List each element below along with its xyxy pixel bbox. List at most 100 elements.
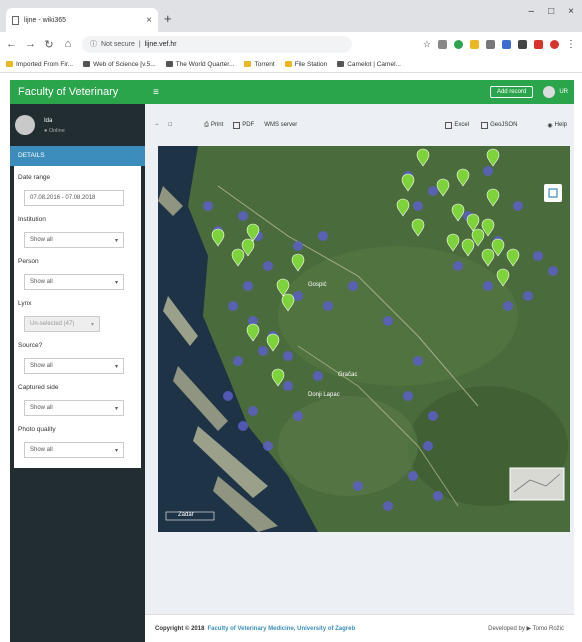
blue-marker[interactable]: [238, 421, 248, 431]
hamburger-icon[interactable]: ≡: [153, 87, 159, 98]
extension-icon[interactable]: [454, 39, 463, 49]
blue-marker[interactable]: [263, 441, 273, 451]
sidebar: Ida ● Online DETAILS Date range 07.08.20…: [10, 104, 145, 642]
minimize-icon[interactable]: –: [529, 6, 535, 17]
extension-icon[interactable]: [502, 39, 511, 49]
lynx-select[interactable]: Un-selected (47) ▾: [24, 316, 100, 332]
excel-icon: [445, 121, 453, 129]
blue-marker[interactable]: [513, 201, 523, 211]
blue-marker[interactable]: [413, 356, 423, 366]
source-select[interactable]: Show all ▾: [24, 358, 124, 374]
close-tab-icon[interactable]: ×: [146, 15, 152, 26]
reload-icon[interactable]: ↻: [44, 38, 54, 51]
browser-tab[interactable]: lijne - wiki365 ×: [6, 8, 158, 32]
map-canvas[interactable]: Gospić Gračac Donji Lapac Zadar: [158, 146, 570, 532]
blue-marker[interactable]: [323, 301, 333, 311]
bookmark-item[interactable]: Web of Science [v.5...: [83, 61, 156, 68]
blue-marker[interactable]: [238, 211, 248, 221]
extension-icon[interactable]: [438, 39, 447, 49]
geojson-button[interactable]: GeoJSON: [481, 121, 517, 129]
blue-marker[interactable]: [453, 261, 463, 271]
print-button[interactable]: ⎙ Print: [204, 122, 223, 129]
blue-marker[interactable]: [258, 346, 268, 356]
blue-marker[interactable]: [423, 441, 433, 451]
blue-marker[interactable]: [413, 201, 423, 211]
extension-icon[interactable]: [534, 39, 543, 49]
browser-tabbar: lijne - wiki365 × + – □ ×: [0, 0, 582, 32]
blue-marker[interactable]: [533, 251, 543, 261]
bookmark-item[interactable]: The World Quarter...: [165, 61, 234, 68]
blue-marker[interactable]: [318, 231, 328, 241]
new-tab-button[interactable]: +: [164, 11, 172, 26]
close-window-icon[interactable]: ×: [568, 6, 574, 17]
blue-marker[interactable]: [223, 391, 233, 401]
menu-dots-icon[interactable]: ⋮: [566, 39, 576, 50]
avatar[interactable]: [543, 86, 556, 98]
maximize-icon[interactable]: □: [548, 6, 554, 17]
layers-button[interactable]: [544, 184, 562, 202]
pdf-button[interactable]: PDF: [233, 121, 254, 129]
person-select[interactable]: Show all ▾: [24, 274, 124, 290]
institution-link[interactable]: Faculty of Veterinary Medicine, Universi…: [207, 626, 355, 632]
blue-marker[interactable]: [353, 481, 363, 491]
blue-marker[interactable]: [293, 241, 303, 251]
wms-button[interactable]: WMS server: [264, 122, 297, 128]
developer-credit[interactable]: Developed by ▶ Tomo Rožić: [488, 625, 564, 632]
blue-marker[interactable]: [403, 391, 413, 401]
url-text: lijne.vef.hr: [144, 40, 177, 48]
blue-marker[interactable]: [228, 301, 238, 311]
blue-marker[interactable]: [203, 201, 213, 211]
user-menu-label[interactable]: UR: [559, 89, 568, 95]
add-record-button[interactable]: Add record: [489, 86, 534, 98]
blue-marker[interactable]: [433, 491, 443, 501]
blue-marker[interactable]: [293, 291, 303, 301]
institution-select[interactable]: Show all ▾: [24, 232, 124, 248]
blue-marker[interactable]: [428, 411, 438, 421]
toggle-button[interactable]: □: [169, 122, 173, 128]
extension-icon[interactable]: [518, 39, 527, 49]
blue-marker[interactable]: [523, 291, 533, 301]
back-icon[interactable]: ←: [6, 38, 17, 50]
satellite-map[interactable]: Gospić Gračac Donji Lapac Zadar: [158, 146, 570, 532]
blue-marker[interactable]: [483, 166, 493, 176]
blue-marker[interactable]: [293, 411, 303, 421]
app-header: Faculty of Veterinary ≡ Add record UR: [10, 80, 574, 104]
blue-marker[interactable]: [483, 281, 493, 291]
blue-marker[interactable]: [233, 356, 243, 366]
captured-side-select[interactable]: Show all ▾: [24, 400, 124, 416]
blue-marker[interactable]: [263, 261, 273, 271]
home-icon[interactable]: ⌂: [63, 38, 73, 50]
excel-button[interactable]: Excel: [445, 121, 469, 129]
photo-quality-select[interactable]: Show all ▾: [24, 442, 124, 458]
blue-marker[interactable]: [283, 351, 293, 361]
blue-marker[interactable]: [243, 281, 253, 291]
help-button[interactable]: ◉ Help: [547, 122, 567, 129]
place-label: Gospić: [308, 282, 327, 288]
blue-marker[interactable]: [428, 186, 438, 196]
blue-marker[interactable]: [383, 316, 393, 326]
date-range-input[interactable]: 07.08.2016 - 07.08.2018: [24, 190, 124, 206]
profile-icon[interactable]: [550, 39, 559, 49]
star-icon[interactable]: ☆: [423, 39, 431, 50]
bookmark-item[interactable]: Torrent: [244, 61, 275, 68]
bookmark-item[interactable]: Imported From Fir...: [6, 61, 73, 68]
forward-icon[interactable]: →: [25, 38, 36, 50]
blue-marker[interactable]: [283, 381, 293, 391]
blue-marker[interactable]: [348, 281, 358, 291]
app-brand[interactable]: Faculty of Veterinary: [10, 86, 145, 98]
blue-marker[interactable]: [383, 501, 393, 511]
filter-heading[interactable]: DETAILS: [10, 146, 145, 166]
minimap[interactable]: [509, 467, 565, 501]
blue-marker[interactable]: [408, 471, 418, 481]
blue-marker[interactable]: [313, 371, 323, 381]
url-input[interactable]: ⓘ Not secure | lijne.vef.hr: [82, 35, 352, 53]
extension-icon[interactable]: [486, 39, 495, 49]
collapse-button[interactable]: −: [155, 122, 159, 128]
blue-marker[interactable]: [248, 406, 258, 416]
folder-icon: [284, 61, 292, 67]
blue-marker[interactable]: [503, 301, 513, 311]
bookmark-item[interactable]: Camelot | Camel...: [337, 61, 401, 68]
extension-icon[interactable]: [470, 39, 479, 49]
blue-marker[interactable]: [548, 266, 558, 276]
bookmark-item[interactable]: File Station: [284, 61, 327, 68]
